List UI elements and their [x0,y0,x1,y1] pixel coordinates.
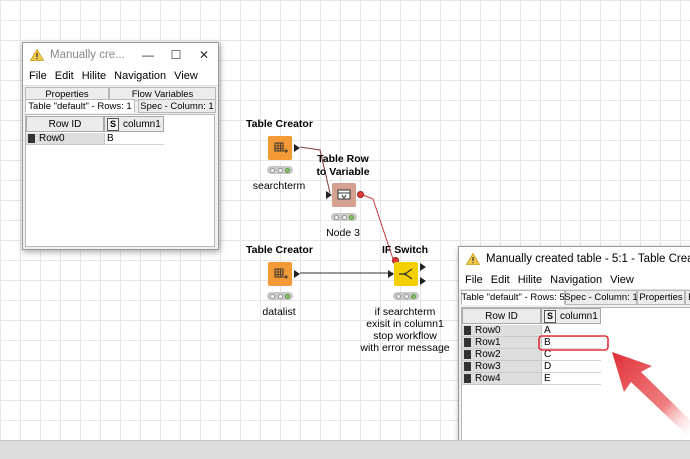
data-table: Row ID S column1 Row0 A Row1 B Row2 C Ro… [461,307,690,453]
menu-bar: File Edit Hilite Navigation View [459,271,690,290]
value-cell: B [104,133,164,145]
minimize-icon[interactable]: — [134,43,162,67]
header-column1[interactable]: S column1 [541,308,601,324]
menu-hilite[interactable]: Hilite [78,70,110,82]
table-row[interactable]: Row1 B [462,337,601,349]
row-id-cell: Row4 [462,373,541,385]
row-id-cell: Row3 [462,361,541,373]
value-cell: B [541,337,601,349]
tab-row-bottom: Table "default" - Rows: 1 Spec - Column:… [23,99,218,113]
status-lights [331,213,357,221]
input-port[interactable] [326,191,332,199]
row-id-cell: Row0 [26,133,104,145]
input-port[interactable] [388,270,394,278]
tab-spec[interactable]: Spec - Column: 1 [564,290,638,305]
tab-flow-variables[interactable]: F [685,290,690,305]
tab-table-default[interactable]: Table "default" - Rows: 5 [461,290,565,305]
status-lights [267,166,293,174]
node-label[interactable]: Node 3 [310,227,376,240]
row-id-cell: Row0 [462,325,541,337]
window-title: Manually created table - 5:1 - Table Cre… [486,253,690,265]
annotation-line: if searchterm [374,306,436,318]
title-bar[interactable]: Manually cre... — ☐ ✕ [23,43,218,67]
tab-table-default[interactable]: Table "default" - Rows: 1 [25,99,135,113]
column-name: column1 [560,310,598,322]
output-port[interactable] [294,270,300,278]
tab-row: Table "default" - Rows: 5 Spec - Column:… [459,290,690,305]
table-view-window-datalist[interactable]: Manually created table - 5:1 - Table Cre… [458,246,690,454]
table-row[interactable]: Row0 B [26,133,164,145]
header-row-id[interactable]: Row ID [462,308,541,324]
annotation-line: exisit in column1 [366,318,444,330]
node-label[interactable]: datalist [246,306,312,319]
node-title-line1: Table Row [317,153,369,165]
status-lights [267,292,293,300]
menu-file[interactable]: File [25,70,51,82]
if-switch-icon [399,268,413,280]
row-id-cell: Row2 [462,349,541,361]
node-title-line2: to Variable [316,166,370,178]
flow-variable-icon [337,189,351,200]
annotation-line: with error message [360,342,450,354]
node-label[interactable]: searchterm [246,180,312,193]
table-view-window-searchterm[interactable]: Manually cre... — ☐ ✕ File Edit Hilite N… [22,42,219,250]
table-row[interactable]: Row0 A [462,325,601,337]
menu-view[interactable]: View [170,70,202,82]
annotation-line: stop workflow [373,330,437,342]
string-type-icon: S [544,309,556,323]
table-grid-icon [274,268,288,279]
value-cell: C [541,349,601,361]
header-column1[interactable]: S column1 [104,116,164,132]
title-bar[interactable]: Manually created table - 5:1 - Table Cre… [459,247,690,271]
menu-hilite[interactable]: Hilite [514,274,546,286]
column-name: column1 [123,118,161,130]
table-creator-node-icon[interactable] [268,262,292,286]
data-table: Row ID S column1 Row0 B [25,114,215,247]
warning-triangle-icon [466,253,480,265]
menu-file[interactable]: File [461,274,487,286]
output-port-bottom[interactable] [420,277,426,285]
variable-output-port[interactable] [357,191,364,198]
status-lights [393,292,419,300]
status-strip [0,440,690,459]
output-port-top[interactable] [420,263,426,271]
warning-triangle-icon [30,49,44,61]
table-row[interactable]: Row3 D [462,361,601,373]
menu-navigation[interactable]: Navigation [110,70,170,82]
string-type-icon: S [107,117,119,131]
node-title: IF Switch [381,244,429,256]
menu-edit[interactable]: Edit [51,70,78,82]
row-id-cell: Row1 [462,337,541,349]
menu-edit[interactable]: Edit [487,274,514,286]
tab-spec[interactable]: Spec - Column: 1 [138,99,216,113]
value-cell: D [541,361,601,373]
table-creator-node-icon[interactable] [268,136,292,160]
node-title: Table Creator [246,118,313,130]
menu-view[interactable]: View [606,274,638,286]
output-port[interactable] [294,144,300,152]
table-row-to-variable-node-icon[interactable] [332,183,356,207]
value-cell: A [541,325,601,337]
node-title: Table Creator [246,244,313,256]
table-row[interactable]: Row2 C [462,349,601,361]
table-row[interactable]: Row4 E [462,373,601,385]
value-cell: E [541,373,601,385]
header-row-id[interactable]: Row ID [26,116,104,132]
table-grid-icon [274,142,288,153]
maximize-icon[interactable]: ☐ [162,43,190,67]
close-icon[interactable]: ✕ [190,43,218,67]
menu-bar: File Edit Hilite Navigation View [23,67,218,86]
if-switch-node-icon[interactable] [394,262,418,286]
window-title: Manually cre... [50,49,125,61]
tab-properties[interactable]: Properties [637,290,685,305]
menu-navigation[interactable]: Navigation [546,274,606,286]
